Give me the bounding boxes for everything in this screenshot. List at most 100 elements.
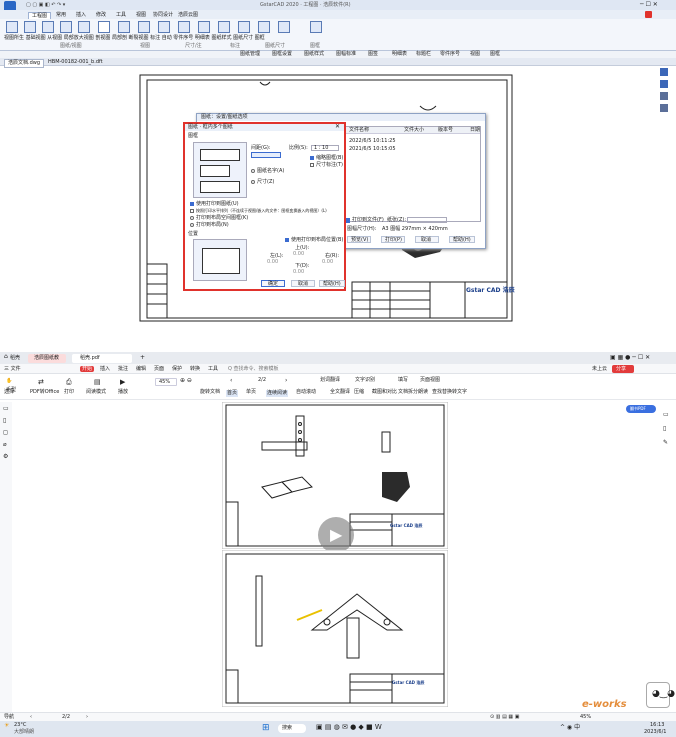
tb2-item[interactable]: 明细表 [392, 52, 407, 57]
tb2-item[interactable]: 图框设置 [272, 52, 292, 57]
nav-toggle[interactable]: 导航 [4, 715, 14, 720]
auto-dim-icon[interactable] [238, 21, 250, 33]
tray-icons[interactable]: ^ ◉ 中 [560, 725, 580, 731]
attach-icon[interactable]: ⌀ [3, 442, 7, 448]
play-overlay[interactable]: ▶ [318, 517, 354, 553]
scale-input[interactable]: 1 : 10 [311, 145, 339, 151]
start-icon[interactable]: ⊞ [262, 724, 270, 733]
status-zoom[interactable]: 45% [580, 715, 591, 720]
nav-icon[interactable] [660, 68, 668, 76]
width-input[interactable] [251, 152, 281, 158]
tb2-item[interactable]: 图幅标准 [336, 52, 356, 57]
bookmark-icon[interactable]: ▯ [3, 418, 6, 424]
zoom-in-icon[interactable]: ⊕ ⊖ [180, 378, 192, 384]
new-sheet-icon[interactable] [6, 21, 18, 33]
command-search[interactable]: Q 查找命令、搜索模板 [228, 367, 279, 372]
sign-icon[interactable]: ✎ [663, 440, 668, 446]
tb2-item[interactable]: 视图 [470, 52, 480, 57]
print-button[interactable]: 打印(P) [381, 236, 405, 243]
cloud-status[interactable]: 未上云 [592, 367, 607, 372]
new-tab-icon[interactable]: + [140, 355, 145, 361]
share-button[interactable]: 分享 [612, 365, 634, 373]
dimension-icon[interactable] [218, 21, 230, 33]
col-version[interactable]: 版本号 [438, 128, 453, 133]
view-buttons[interactable]: ⊙ ▥ ▤ ▦ ▣ [490, 715, 519, 720]
menu-protect[interactable]: 保护 [172, 367, 182, 372]
pos-up-value[interactable]: 0.00 [293, 252, 304, 257]
side-badge[interactable]: 翻书PDF [626, 405, 656, 413]
wps-window-controls[interactable]: ▣ ▦ ● ─ ☐ ✕ [610, 355, 650, 361]
option-radio-3[interactable] [190, 216, 194, 220]
taskbar-search[interactable]: 搜索 [278, 724, 306, 733]
comment-icon[interactable]: ◻ [3, 430, 8, 436]
label-icon[interactable] [258, 21, 270, 33]
table-icon[interactable] [278, 21, 290, 33]
menu-edit[interactable]: 编辑 [136, 367, 146, 372]
tab-insert[interactable]: 插入 [76, 13, 86, 18]
cancel-button[interactable]: 取消 [291, 280, 315, 287]
arrow-icon[interactable] [98, 21, 110, 33]
prev-page-icon[interactable]: ‹ [230, 378, 232, 384]
radio-2[interactable] [251, 180, 255, 184]
pos-left-value[interactable]: 0.00 [267, 260, 278, 265]
to-text[interactable]: 转文字 [452, 390, 467, 395]
tab-common[interactable]: 常用 [56, 13, 66, 18]
block-icon[interactable] [660, 104, 668, 112]
tool-ocr[interactable]: 文字识别 [355, 378, 375, 383]
screenshot-compare[interactable]: 截图和对比 [372, 390, 397, 395]
crop-icon[interactable] [158, 21, 170, 33]
checkbox-1[interactable] [310, 156, 314, 160]
option-check-2[interactable] [190, 209, 194, 213]
layer-icon[interactable] [660, 80, 668, 88]
tool-play[interactable]: ▶ 播放 [114, 376, 136, 398]
view-home[interactable]: 首页 [226, 390, 239, 397]
quick-access-toolbar[interactable]: ▢ ▢ ▣ ◧ ↶ ↷ ▾ [26, 3, 65, 8]
tool-fill[interactable]: 填写 [398, 378, 408, 383]
file-row[interactable]: 2021/6/5 10:15:05 [349, 147, 396, 152]
checkbox-2[interactable] [310, 163, 314, 167]
file-row[interactable]: 2022/6/5 10:11:25 [349, 139, 396, 144]
weather-icon[interactable]: ☀ [4, 723, 9, 729]
col-date[interactable]: 日期 [470, 128, 480, 133]
tool-print[interactable]: ⎙ 打印 [60, 376, 84, 398]
play-overlay-icon[interactable]: ▶ [330, 527, 342, 543]
find-replace[interactable]: 查找替换 [432, 390, 452, 395]
tab-tools[interactable]: 工具 [116, 13, 126, 18]
tab-cloud[interactable]: 浩辰云图 [178, 13, 198, 18]
status-next-icon[interactable]: › [86, 715, 88, 720]
zoom-input[interactable]: 45% [155, 378, 177, 386]
tool-select-label[interactable]: 选择 [4, 390, 14, 395]
tab-modify[interactable]: 修改 [96, 13, 106, 18]
tab-gstar[interactable]: 浩辰图纸教 [28, 354, 66, 363]
thumbnail-icon[interactable]: ▭ [3, 406, 9, 412]
file-menu[interactable]: 三 文件 [4, 367, 21, 372]
tab-view[interactable]: 视图 [136, 13, 146, 18]
help-icon[interactable] [645, 11, 652, 18]
tb2-item[interactable]: 图框 [490, 52, 500, 57]
full-translate[interactable]: 全文翻译 [330, 390, 350, 395]
menu-start[interactable]: 开始 [80, 366, 94, 372]
status-page[interactable]: 2/2 [62, 715, 70, 720]
detail-icon[interactable] [78, 21, 90, 33]
tab-collab[interactable]: 协同设计 [153, 13, 173, 18]
next-page-icon[interactable]: › [285, 378, 287, 384]
tool-translate[interactable]: 划词翻译 [320, 378, 340, 383]
taskbar-apps[interactable]: ▣ ▤ ◍ ✉ ● ◆ ■ W [316, 724, 382, 731]
paper-select[interactable] [407, 217, 447, 223]
status-prev-icon[interactable]: ‹ [30, 715, 32, 720]
compress[interactable]: 压缩 [354, 390, 364, 395]
view-continuous[interactable]: 连续阅读 [266, 390, 289, 397]
tool-page-view[interactable]: 页面视图 [420, 378, 440, 383]
note-icon[interactable]: ▯ [663, 426, 666, 432]
tb2-item[interactable]: 零件序号 [440, 52, 460, 57]
close-icon[interactable]: ✕ [335, 124, 340, 130]
sheet-icon[interactable] [24, 21, 36, 33]
read-aloud[interactable]: 朗读 [418, 390, 428, 395]
ok-button[interactable]: 确定 [261, 280, 285, 287]
option-check-1[interactable] [190, 202, 194, 206]
pos-right-value[interactable]: 0.00 [322, 260, 333, 265]
frame-icon[interactable] [310, 21, 322, 33]
projection-icon[interactable] [138, 21, 150, 33]
tab-docer[interactable]: 稻壳 [10, 356, 20, 361]
pos-checkbox[interactable] [285, 238, 289, 242]
